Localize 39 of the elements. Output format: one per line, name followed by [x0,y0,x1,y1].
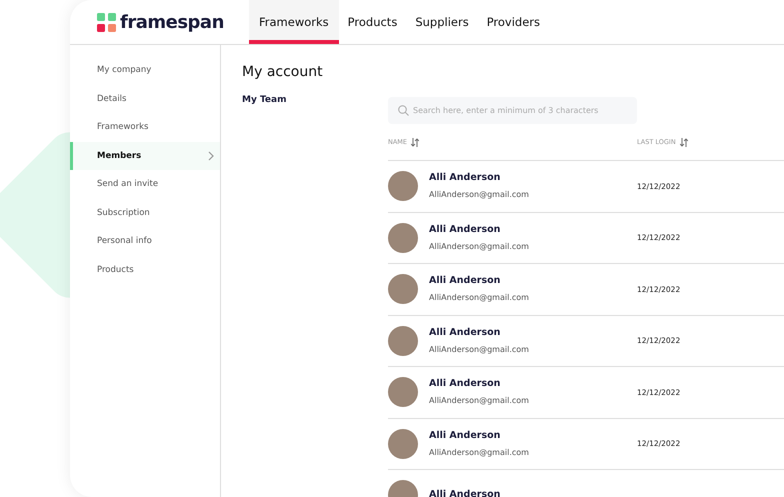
sidebar-item[interactable]: Products [70,256,220,284]
section-title: My Team [242,95,288,105]
sidebar-item[interactable]: Details [70,84,220,113]
member-name: Alli Anderson [429,430,502,442]
member-name: Alli Anderson [429,328,502,339]
sort-icon [411,138,420,146]
chevron-right-icon [208,150,214,161]
sidebar-item[interactable]: Subscription [70,198,220,227]
nav-tab[interactable]: Frameworks [249,0,339,44]
member-email: AlliAnderson@gmail.com [429,190,529,200]
member-name: Alli Anderson [429,224,502,236]
member-name: Alli Anderson [429,276,502,288]
member-name: Alli Anderson [429,173,502,184]
member-name: Alli Anderson [429,379,502,390]
avatar-photo-placeholder [388,171,418,202]
sidebar-item[interactable]: My company [70,56,220,84]
logo-icon [97,12,116,32]
member-email: AlliAnderson@gmail.com [429,242,529,251]
avatar-photo-placeholder [388,222,418,253]
page-title: My account [242,64,324,80]
nav-tab[interactable]: Suppliers [406,0,478,44]
member-email: AlliAnderson@gmail.com [429,448,529,457]
avatar-photo-placeholder [388,326,418,356]
member-email: AlliAnderson@gmail.com [429,396,529,406]
sidebar-item[interactable]: Send an invite [70,170,220,198]
search-field[interactable]: Search here, enter a minimum of 3 characters [388,97,637,124]
member-name: Alli Anderson [429,490,500,497]
avatar-photo-placeholder [388,428,418,459]
sidebar-item[interactable]: Personal info [70,227,220,256]
member-email: AlliAnderson@gmail.com [429,293,529,302]
member-email: AlliAnderson@gmail.com [429,344,529,354]
sort-icon [680,138,688,146]
avatar-photo-placeholder [388,274,418,304]
sidebar-item[interactable]: Members [70,142,220,170]
nav-tab[interactable]: Products [338,0,406,44]
logo-text: framespan [120,12,224,32]
nav-tab[interactable]: Providers [478,0,550,44]
avatar-photo-placeholder [388,377,418,408]
sidebar-item[interactable]: Frameworks [70,113,220,142]
